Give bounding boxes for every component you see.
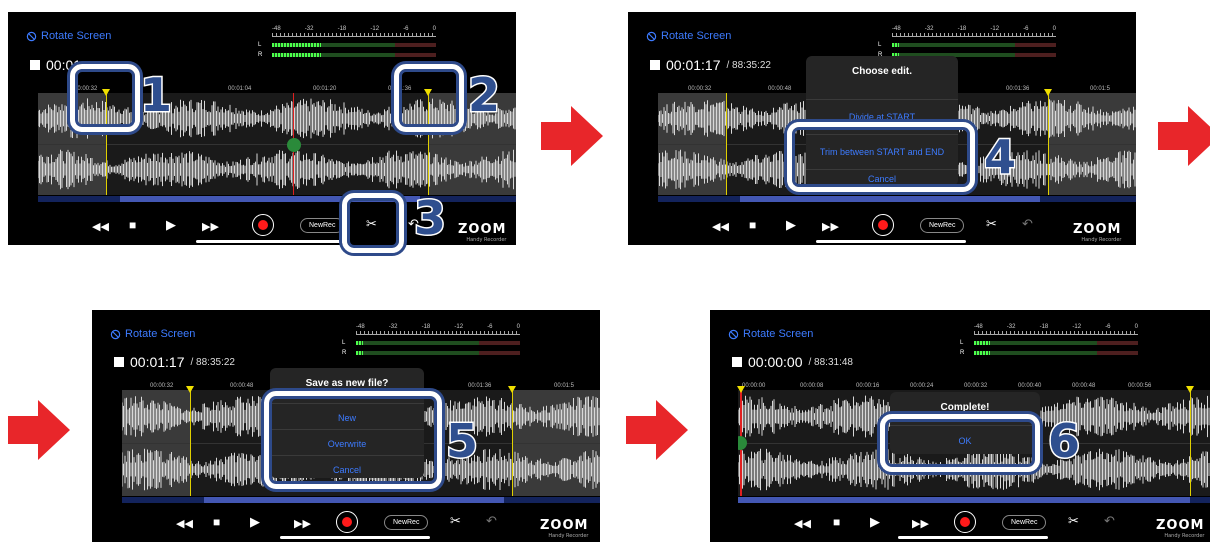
callout-5: 5: [444, 414, 479, 468]
newrec-button[interactable]: NewRec: [300, 218, 345, 233]
record-button[interactable]: [252, 214, 274, 236]
rotate-screen-label: Rotate Screen: [661, 30, 732, 42]
play-button[interactable]: ▶: [250, 514, 260, 530]
position-bar[interactable]: [738, 497, 1210, 503]
zoom-logo: ZOOM Handy Recorder: [540, 518, 589, 539]
level-meter: -48 -32 -18 -12 -6 0 L R: [258, 26, 436, 58]
timeline-readout: 00:01:17 / 88:35:22: [114, 354, 235, 370]
edit-scissors-button[interactable]: ✂: [986, 216, 997, 232]
highlight-start-marker: [70, 64, 140, 132]
current-time: 00:01:17: [130, 354, 185, 370]
dialog-title: Save as new file?: [305, 378, 389, 389]
rotate-icon: [646, 31, 657, 41]
edit-scissors-button[interactable]: ✂: [450, 513, 461, 529]
record-button[interactable]: [872, 214, 894, 236]
stop-button[interactable]: ■: [213, 515, 220, 529]
level-meter: -48 -32 -18 -12 -6 0 L R: [342, 324, 520, 356]
rotate-screen-button[interactable]: Rotate Screen: [110, 328, 195, 340]
newrec-button[interactable]: NewRec: [384, 515, 429, 530]
callout-1: 1: [138, 68, 173, 122]
rotate-screen-label: Rotate Screen: [41, 30, 112, 42]
end-marker[interactable]: [1044, 89, 1052, 96]
start-marker[interactable]: [737, 386, 745, 393]
timeline-readout: 00:00:00 / 88:31:48: [732, 354, 853, 370]
next-step-arrow: [1158, 106, 1210, 166]
total-time: / 88:35:22: [726, 59, 771, 71]
undo-button[interactable]: ↶: [486, 513, 497, 529]
position-bar[interactable]: [658, 196, 1136, 202]
timeline-readout: 00:01:17 / 88:35:22: [650, 57, 771, 73]
rotate-screen-button[interactable]: Rotate Screen: [646, 30, 731, 42]
rotate-screen-label: Rotate Screen: [743, 328, 814, 340]
callout-4: 4: [982, 130, 1017, 184]
highlight-edit-button: [342, 193, 404, 253]
record-button[interactable]: [336, 511, 358, 533]
undo-button[interactable]: ↶: [1022, 216, 1033, 232]
rotate-screen-button[interactable]: Rotate Screen: [26, 30, 111, 42]
callout-2: 2: [466, 68, 501, 122]
stop-button[interactable]: ■: [833, 515, 840, 529]
undo-button[interactable]: ↶: [1104, 513, 1115, 529]
rewind-button[interactable]: ◀◀: [794, 517, 811, 530]
next-step-arrow: [541, 106, 603, 166]
highlight-save-options: [264, 391, 442, 489]
playhead-handle[interactable]: [287, 138, 301, 152]
end-marker[interactable]: [1186, 386, 1194, 393]
highlight-end-marker: [394, 64, 464, 132]
play-button[interactable]: ▶: [786, 217, 796, 233]
rotate-icon: [728, 329, 739, 339]
stop-square-icon: [30, 60, 40, 70]
highlight-ok-button: [880, 414, 1040, 472]
highlight-trim-option: [787, 122, 975, 192]
level-meter: -48 -32 -18 -12 -6 0 L R: [960, 324, 1138, 356]
play-button[interactable]: ▶: [870, 514, 880, 530]
fast-forward-button[interactable]: ▶▶: [294, 517, 311, 530]
rotate-screen-label: Rotate Screen: [125, 328, 196, 340]
stop-square-icon: [650, 60, 660, 70]
newrec-button[interactable]: NewRec: [1002, 515, 1047, 530]
current-time: 00:01:17: [666, 57, 721, 73]
rewind-button[interactable]: ◀◀: [92, 220, 109, 233]
current-time: 00:00:00: [748, 354, 803, 370]
next-step-arrow: [626, 400, 688, 460]
stop-button[interactable]: ■: [129, 218, 136, 232]
zoom-logo: ZOOM Handy Recorder: [1156, 518, 1205, 539]
rewind-button[interactable]: ◀◀: [712, 220, 729, 233]
rotate-icon: [110, 329, 121, 339]
edit-scissors-button[interactable]: ✂: [1068, 513, 1079, 529]
zoom-logo: ZOOM Handy Recorder: [1073, 222, 1122, 243]
fast-forward-button[interactable]: ▶▶: [822, 220, 839, 233]
record-button[interactable]: [954, 511, 976, 533]
start-marker[interactable]: [186, 386, 194, 393]
stop-square-icon: [114, 357, 124, 367]
zoom-logo: ZOOM Handy Recorder: [458, 222, 507, 243]
callout-3: 3: [412, 191, 447, 245]
fast-forward-button[interactable]: ▶▶: [202, 220, 219, 233]
stop-square-icon: [732, 357, 742, 367]
rewind-button[interactable]: ◀◀: [176, 517, 193, 530]
dialog-title: Complete!: [940, 402, 990, 413]
total-time: / 88:35:22: [190, 356, 235, 368]
rotate-screen-button[interactable]: Rotate Screen: [728, 328, 813, 340]
dialog-title: Choose edit.: [851, 66, 912, 77]
newrec-button[interactable]: NewRec: [920, 218, 965, 233]
fast-forward-button[interactable]: ▶▶: [912, 517, 929, 530]
callout-6: 6: [1046, 414, 1081, 468]
stop-button[interactable]: ■: [749, 218, 756, 232]
next-step-arrow: [8, 400, 70, 460]
end-marker[interactable]: [508, 386, 516, 393]
position-bar[interactable]: [122, 497, 600, 503]
rotate-icon: [26, 31, 37, 41]
play-button[interactable]: ▶: [166, 217, 176, 233]
total-time: / 88:31:48: [808, 356, 853, 368]
level-meter: -48 -32 -18 -12 -6 0 L R: [878, 26, 1056, 58]
